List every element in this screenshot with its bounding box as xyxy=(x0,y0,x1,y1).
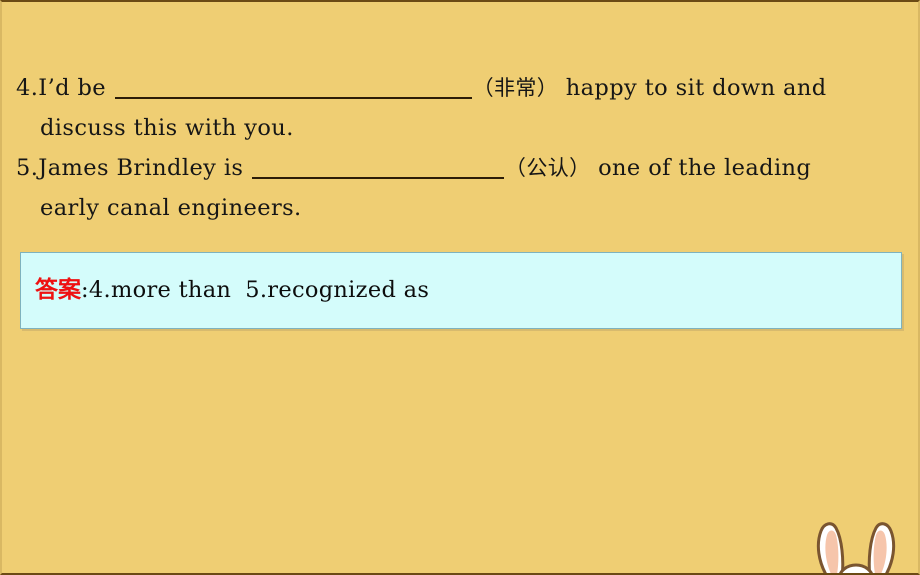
bunny-ears-icon xyxy=(808,518,904,573)
question-list: 4.I’d be （非常） happy to sit down and disc… xyxy=(16,68,908,228)
answer-item-4: 4.more than xyxy=(88,277,232,303)
question-item-5: 5.James Brindley is （公认） one of the lead… xyxy=(16,148,908,188)
question-number-4: 4. xyxy=(16,75,39,101)
question-blank-4[interactable] xyxy=(114,72,472,99)
slide-canvas: 4.I’d be （非常） happy to sit down and disc… xyxy=(0,0,920,575)
answer-separator: : xyxy=(81,277,89,303)
answer-text-row: 答案:4.more than 5.recognized as xyxy=(35,275,429,305)
question-item-4-continuation: discuss this with you. xyxy=(16,108,908,148)
answer-box: 答案:4.more than 5.recognized as xyxy=(20,252,902,329)
question-number-5: 5. xyxy=(16,155,39,181)
question-hint-5: （公认） xyxy=(504,156,591,180)
question-text-5-before: James Brindley is xyxy=(38,155,251,181)
question-text-4-after: happy to sit down and xyxy=(558,75,827,101)
question-blank-5[interactable] xyxy=(251,152,504,179)
question-item-4: 4.I’d be （非常） happy to sit down and xyxy=(16,68,908,108)
question-item-5-continuation: early canal engineers. xyxy=(16,188,908,228)
question-text-4-continuation: discuss this with you. xyxy=(40,115,294,141)
answer-label: 答案 xyxy=(35,277,81,303)
question-text-4-before: I’d be xyxy=(38,75,114,101)
question-text-5-after: one of the leading xyxy=(590,155,812,181)
question-hint-4: （非常） xyxy=(472,76,559,100)
answer-item-5: 5.recognized as xyxy=(245,277,430,303)
question-text-5-continuation: early canal engineers. xyxy=(40,195,302,221)
